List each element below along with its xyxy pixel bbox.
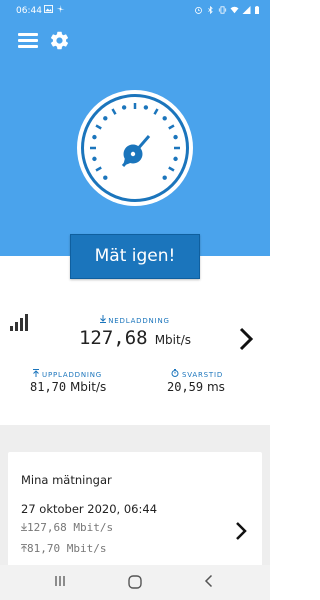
latency-unit: ms	[206, 380, 225, 394]
history-date: 27 oktober 2020, 06:44	[21, 502, 158, 516]
gauge-dot	[121, 105, 127, 110]
status-left-icons	[44, 5, 65, 13]
results-panel[interactable]	[0, 296, 270, 416]
history-title: Mina mätningar	[21, 473, 112, 487]
status-bar: 06:44	[0, 0, 270, 24]
upload-label: UPPLADDNING	[33, 369, 102, 379]
home-icon[interactable]	[128, 575, 142, 589]
signal-icon	[242, 6, 251, 14]
stopwatch-icon	[171, 369, 179, 377]
download-label: NEDLADDNING	[0, 315, 270, 325]
gauge-dot	[162, 116, 167, 121]
upload-arrow-icon	[33, 369, 39, 377]
gauge-dot	[173, 156, 178, 162]
recents-icon[interactable]	[54, 575, 66, 587]
hamburger-menu-icon[interactable]	[18, 32, 38, 48]
history-upload-value: 81,70 Mbit/s	[27, 542, 107, 555]
alarm-icon	[195, 6, 202, 14]
history-download: 127,68 Mbit/s	[21, 521, 113, 534]
download-label-text: NEDLADDNING	[108, 317, 170, 325]
download-number: 127,68	[78, 327, 148, 349]
image-notification-icon	[44, 5, 53, 13]
history-upload: 81,70 Mbit/s	[21, 542, 106, 555]
gauge-dot	[103, 175, 108, 180]
upload-number: 81,70	[30, 380, 67, 394]
download-unit: Mbit/s	[154, 333, 192, 347]
download-arrow-icon	[100, 315, 107, 323]
status-right-icons	[194, 6, 260, 14]
bluetooth-icon	[208, 6, 213, 14]
status-time: 06:44	[16, 6, 42, 16]
gear-icon[interactable]	[49, 30, 70, 51]
download-value: 127,68 Mbit/s	[0, 327, 270, 349]
gauge-dot	[92, 156, 97, 162]
speedometer-gauge-icon	[77, 90, 193, 206]
measure-again-button[interactable]: Mät igen!	[70, 234, 200, 279]
latency-value: 20,59 ms	[167, 380, 225, 394]
upload-value: 81,70 Mbit/s	[30, 380, 106, 394]
history-chevron-right-icon[interactable]	[234, 521, 248, 541]
latency-label-text: SVARSTID	[182, 371, 224, 379]
gauge-dot	[143, 105, 149, 110]
history-download-value: 127,68 Mbit/s	[27, 521, 114, 534]
fan-notification-icon	[56, 5, 65, 13]
gauge-dot	[92, 134, 97, 140]
gauge-dot	[173, 134, 178, 140]
upload-label-text: UPPLADDNING	[42, 371, 102, 379]
upload-unit: Mbit/s	[69, 380, 107, 394]
results-chevron-right-icon[interactable]	[236, 326, 256, 352]
gauge-dot	[103, 116, 108, 121]
vibrate-icon	[218, 6, 227, 14]
back-icon[interactable]	[203, 574, 215, 588]
latency-label: SVARSTID	[171, 369, 223, 379]
gauge-dot	[162, 175, 167, 180]
battery-icon	[255, 6, 259, 14]
latency-number: 20,59	[167, 380, 204, 394]
wifi-icon	[230, 6, 239, 14]
